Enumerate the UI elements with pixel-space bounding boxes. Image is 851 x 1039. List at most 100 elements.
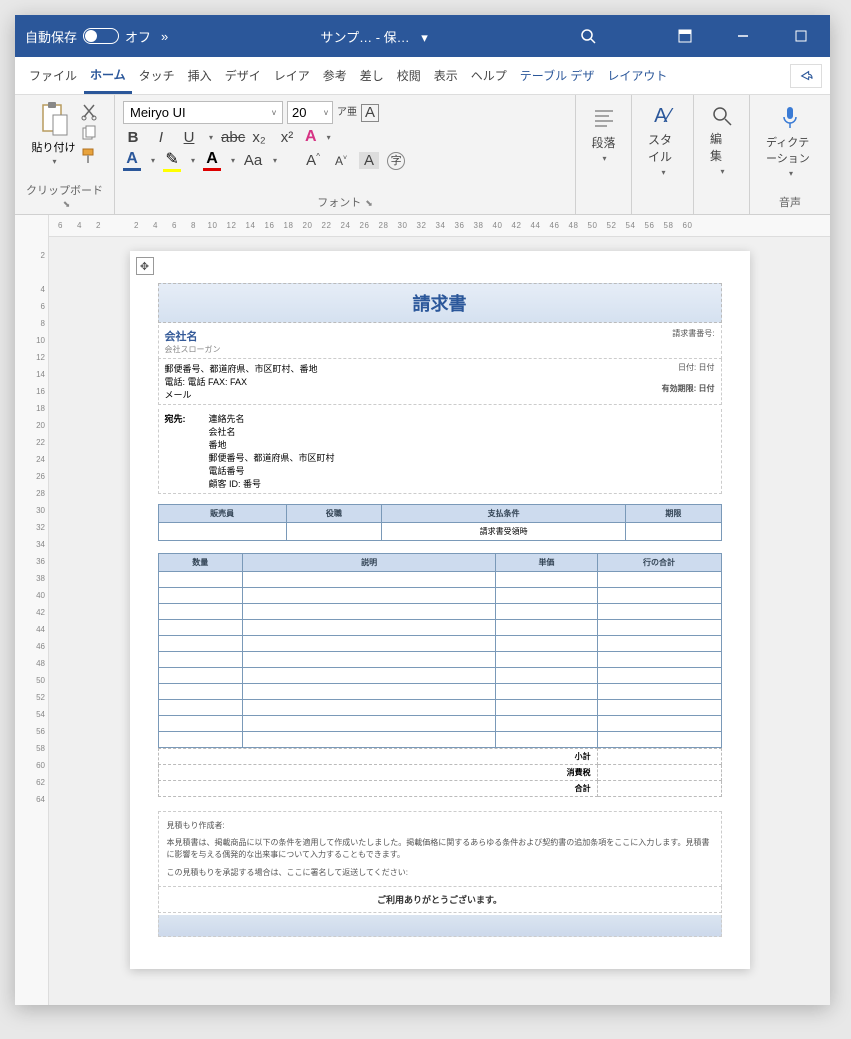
chevron-down-icon: ▾ [720, 167, 724, 176]
notes-body: 本見積書は、掲載商品に以下の条件を適用して作成いたしました。掲載価格に関するあら… [167, 837, 713, 861]
to-name: 連絡先名 [209, 412, 518, 425]
th-terms: 支払条件 [382, 505, 626, 523]
tab-mailings[interactable]: 差し [354, 59, 390, 92]
ribbon-display-icon[interactable] [666, 22, 704, 50]
share-button[interactable] [790, 64, 822, 88]
footer-strip [158, 915, 722, 937]
tab-review[interactable]: 校閲 [391, 59, 427, 92]
document-title: サンプ… - 保… ▾ [168, 27, 580, 46]
shrink-font-button[interactable]: A˅ [331, 154, 351, 168]
notes-block: 見積もり作成者: 本見積書は、掲載商品に以下の条件を適用して作成いたしました。掲… [158, 811, 722, 887]
tax-label: 消費税 [158, 765, 597, 781]
company-info: 郵便番号、都道府県、市区町村、番地 電話: 電話 FAX: FAX メール [159, 359, 464, 404]
table-row[interactable]: 請求書受領時 [158, 523, 721, 541]
italic-button[interactable]: I [151, 129, 171, 146]
autosave-state: オフ [125, 27, 151, 46]
table-row[interactable] [158, 620, 721, 636]
dialog-launcher-icon[interactable]: ⬊ [63, 199, 71, 209]
bold-button[interactable]: B [123, 129, 143, 146]
horizontal-ruler[interactable]: 6422468101214161820222426283032343638404… [49, 215, 830, 237]
th-qty: 数量 [158, 554, 242, 572]
ribbon-tabs: ファイル ホーム タッチ 挿入 デザイ レイア 参考 差し 校閲 表示 ヘルプ … [15, 57, 830, 95]
table-row[interactable] [158, 684, 721, 700]
tab-insert[interactable]: 挿入 [182, 59, 218, 92]
company-slogan: 会社スローガン [165, 344, 458, 355]
notes-sign-line: この見積もりを承認する場合は、ここに署名して返送してください: [167, 867, 713, 878]
qat-overflow[interactable]: » [161, 29, 168, 44]
to-addr2: 郵便番号、都道府県、市区町村 [209, 451, 518, 464]
company-block: 会社名 会社スローガン [159, 325, 464, 358]
enclose-char-button[interactable]: 字 [387, 152, 405, 170]
tab-touch[interactable]: タッチ [133, 59, 181, 92]
font-color-button[interactable]: A [203, 150, 221, 171]
table-row[interactable] [158, 716, 721, 732]
table-row[interactable] [158, 604, 721, 620]
table-row[interactable] [158, 668, 721, 684]
document-area: 2468101214161820222426283032343638404244… [15, 215, 830, 1005]
phonetic-guide-button[interactable]: ア亜 [337, 108, 357, 118]
strikethrough-button[interactable]: abc [221, 129, 241, 146]
text-fill-button[interactable]: A [123, 150, 141, 171]
tab-home[interactable]: ホーム [84, 58, 132, 94]
invoice-no: 請求書番号: [464, 325, 721, 358]
table-row[interactable] [158, 732, 721, 748]
styles-button[interactable]: A⁄ スタイル ▾ [640, 101, 685, 181]
th-line-total: 行の合計 [597, 554, 721, 572]
table-row[interactable] [158, 700, 721, 716]
paste-button[interactable]: 貼り付け ▾ [32, 101, 76, 166]
group-paragraph: 段落 ▾ . [576, 95, 632, 214]
th-desc: 説明 [242, 554, 495, 572]
tab-help[interactable]: ヘルプ [465, 59, 513, 92]
tab-file[interactable]: ファイル [23, 59, 83, 92]
change-case-button[interactable]: Aa [243, 152, 263, 169]
font-size-select[interactable]: 20v [287, 101, 333, 124]
grow-font-button[interactable]: A^ [303, 152, 323, 169]
paragraph-button[interactable]: 段落 ▾ [583, 101, 625, 167]
dialog-launcher-icon[interactable]: ⬊ [365, 198, 373, 208]
to-company: 会社名 [209, 425, 518, 438]
autosave-toggle[interactable]: 自動保存 オフ [25, 27, 151, 46]
maximize-icon[interactable] [782, 22, 820, 50]
minimize-icon[interactable] [724, 22, 762, 50]
table-move-handle-icon[interactable]: ✥ [136, 257, 154, 275]
group-clipboard: 貼り付け ▾ クリップボード⬊ [15, 95, 115, 214]
cut-icon[interactable] [80, 103, 98, 121]
font-name-select[interactable]: Meiryo UIv [123, 101, 283, 124]
char-shading-button[interactable]: A [359, 152, 379, 169]
underline-button[interactable]: U [179, 129, 199, 146]
tab-references[interactable]: 参考 [317, 59, 353, 92]
subscript-button[interactable]: x₂ [249, 129, 269, 146]
autosave-label: 自動保存 [25, 27, 77, 46]
editing-button[interactable]: 編集 ▾ [702, 101, 741, 180]
chevron-down-icon[interactable]: ▾ [209, 133, 213, 142]
voice-group-label: 音声 [779, 197, 801, 209]
tab-view[interactable]: 表示 [428, 59, 464, 92]
table-row[interactable] [158, 652, 721, 668]
table-row[interactable] [158, 588, 721, 604]
company-phone: 電話: 電話 FAX: FAX [165, 375, 458, 388]
chevron-down-icon: ▾ [661, 168, 665, 177]
tab-table-design[interactable]: テーブル デザ [514, 59, 601, 92]
tab-table-layout[interactable]: レイアウト [601, 59, 673, 92]
copy-icon[interactable] [80, 125, 98, 143]
total-label: 合計 [158, 781, 597, 797]
superscript-button[interactable]: x² [277, 129, 297, 146]
text-effects-button[interactable]: A [305, 128, 317, 146]
search-icon[interactable] [580, 28, 596, 44]
format-painter-icon[interactable] [80, 147, 98, 165]
to-addr1: 番地 [209, 438, 518, 451]
title-drop-icon[interactable]: ▾ [421, 30, 428, 45]
terms-value: 請求書受領時 [382, 523, 626, 541]
document-page[interactable]: ✥ 請求書 会社名 会社スローガン 請求書番号: 郵便番号、都道府県、市区町村、… [130, 251, 750, 969]
vertical-ruler[interactable]: 2468101214161820222426283032343638404244… [15, 215, 49, 1005]
tab-design[interactable]: デザイ [219, 59, 267, 92]
dictation-button[interactable]: ディクテーション ▾ [758, 101, 822, 182]
table-row[interactable] [158, 572, 721, 588]
tab-layout[interactable]: レイア [268, 59, 316, 92]
char-border-button[interactable]: A [361, 104, 379, 122]
meta-right: 日付: 日付 有効期限: 日付 [464, 359, 721, 404]
ribbon: 貼り付け ▾ クリップボード⬊ Meiryo UIv 2 [15, 95, 830, 215]
table-row[interactable] [158, 636, 721, 652]
th-due: 期限 [626, 505, 721, 523]
highlight-button[interactable]: ✎ [163, 149, 181, 172]
